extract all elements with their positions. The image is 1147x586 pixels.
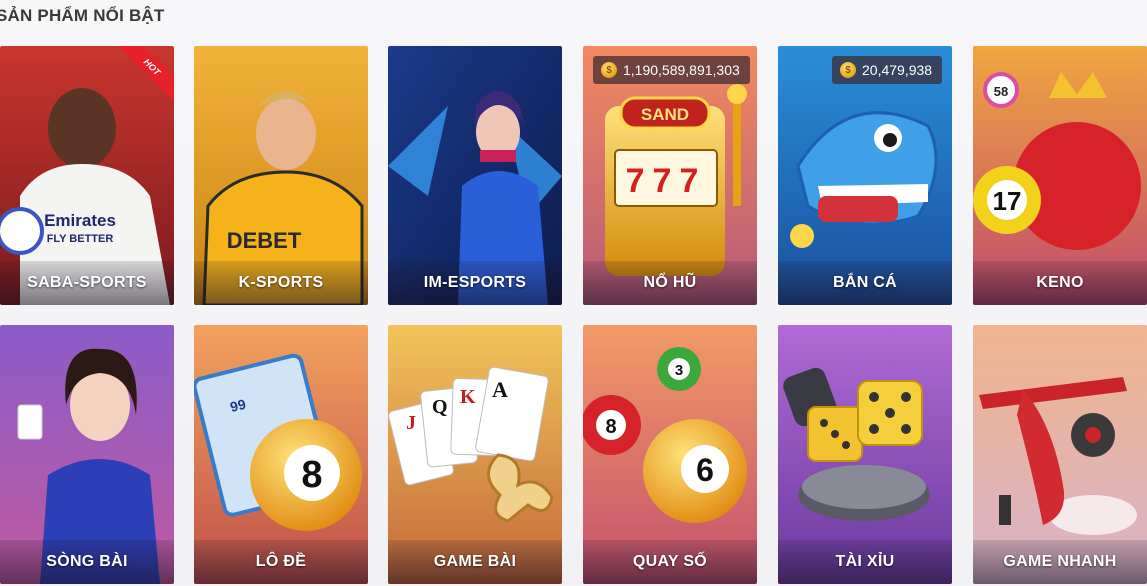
card-im-esports[interactable]: IM-ESPORTS — [388, 46, 562, 305]
card-game-nhanh[interactable]: GAME NHANH — [973, 325, 1147, 584]
card-tai-xiu[interactable]: TÀI XỈU — [778, 325, 952, 584]
jackpot-amount: 1,190,589,891,303 — [623, 62, 740, 78]
card-label: LÔ ĐỀ — [255, 553, 307, 570]
svg-text:17: 17 — [993, 186, 1022, 216]
card-label-bar: TÀI XỈU — [778, 540, 952, 584]
card-label-bar: SÒNG BÀI — [0, 540, 174, 584]
section-title: SẢN PHẨM NỔI BẬT — [0, 6, 165, 25]
card-label: QUAY SỐ — [632, 553, 708, 570]
svg-text:SAND: SAND — [641, 105, 689, 124]
card-label: GAME NHANH — [1003, 553, 1117, 570]
svg-text:777: 777 — [626, 162, 707, 200]
card-label-bar: QUAY SỐ — [583, 540, 757, 584]
svg-text:Emirates: Emirates — [44, 211, 116, 230]
svg-text:DEBET: DEBET — [227, 228, 302, 253]
card-label: GAME BÀI — [433, 553, 517, 570]
card-label: TÀI XỈU — [835, 553, 895, 570]
svg-text:8: 8 — [301, 454, 322, 496]
svg-text:Q: Q — [432, 396, 448, 418]
card-label: KENO — [1036, 274, 1084, 291]
card-label-bar: GAME BÀI — [388, 540, 562, 584]
card-k-sports[interactable]: DEBET K-SPORTS — [194, 46, 368, 305]
card-ban-ca[interactable]: $ 20,479,938 BẮN CÁ — [778, 46, 952, 305]
svg-text:K: K — [460, 386, 476, 408]
svg-text:58: 58 — [994, 84, 1008, 99]
card-label-bar: IM-ESPORTS — [388, 261, 562, 305]
svg-text:FLY BETTER: FLY BETTER — [47, 233, 114, 245]
card-saba-sports[interactable]: Emirates FLY BETTER HOT SABA-SPORTS — [0, 46, 174, 305]
card-label: SÒNG BÀI — [46, 553, 128, 570]
card-label: K-SPORTS — [238, 274, 324, 291]
coin-icon: $ — [601, 62, 617, 78]
jackpot-counter: $ 1,190,589,891,303 — [593, 56, 750, 84]
card-label: BẮN CÁ — [832, 274, 898, 291]
card-keno[interactable]: 58 17 KENO — [973, 46, 1147, 305]
product-grid: Emirates FLY BETTER HOT SABA-SPORTS DEBE… — [0, 46, 1147, 586]
card-label-bar: KENO — [973, 261, 1147, 305]
coin-icon: $ — [840, 62, 856, 78]
card-quay-so[interactable]: 3 8 6 QUAY SỐ — [583, 325, 757, 584]
card-label-bar: SABA-SPORTS — [0, 261, 174, 305]
svg-text:J: J — [406, 412, 416, 434]
card-label: IM-ESPORTS — [423, 274, 527, 291]
card-label-bar: K-SPORTS — [194, 261, 368, 305]
card-no-hu[interactable]: SAND 777 $ 1,190,589,891,303 NỔ HŨ — [583, 46, 757, 305]
card-label: NỔ HŨ — [643, 274, 697, 291]
card-game-bai[interactable]: J Q K A GAME BÀI — [388, 325, 562, 584]
card-label-bar: LÔ ĐỀ — [194, 540, 368, 584]
card-label-bar: NỔ HŨ — [583, 261, 757, 305]
card-label: SABA-SPORTS — [27, 274, 147, 291]
card-label-bar: GAME NHANH — [973, 540, 1147, 584]
jackpot-counter: $ 20,479,938 — [832, 56, 943, 84]
card-label-bar: BẮN CÁ — [778, 261, 952, 305]
card-lo-de[interactable]: 99 8 LÔ ĐỀ — [194, 325, 368, 584]
svg-text:3: 3 — [675, 362, 683, 379]
svg-text:A: A — [492, 377, 508, 402]
svg-text:6: 6 — [696, 452, 714, 488]
svg-text:8: 8 — [605, 416, 616, 438]
card-song-bai[interactable]: SÒNG BÀI — [0, 325, 174, 584]
jackpot-amount: 20,479,938 — [862, 62, 933, 78]
